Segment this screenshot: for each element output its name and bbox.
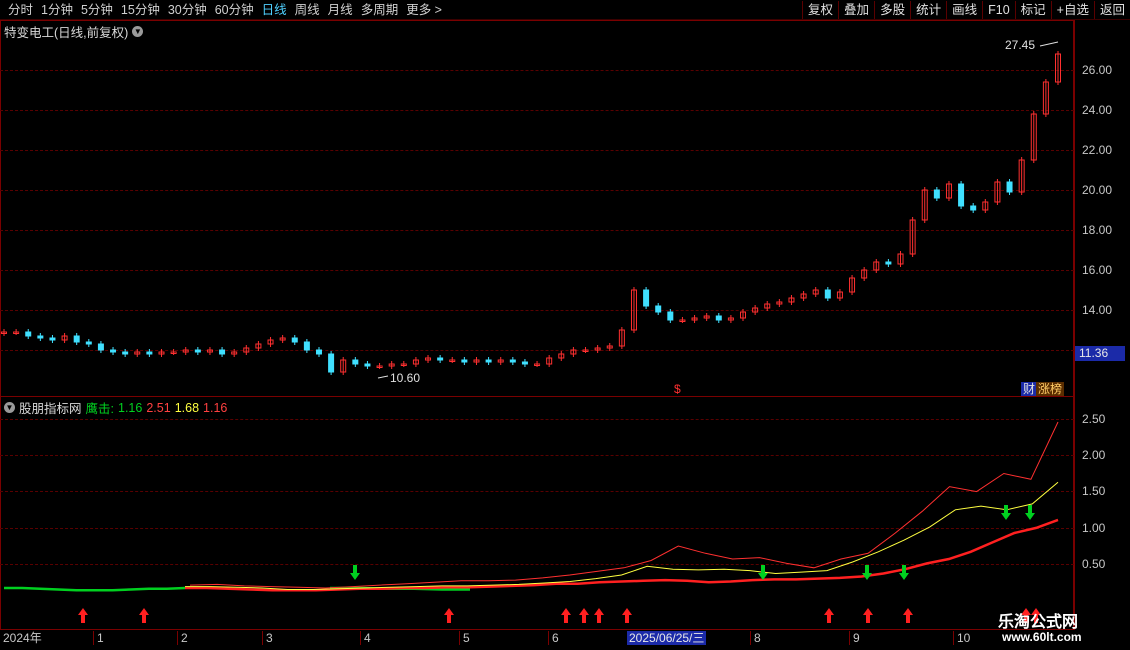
candle-body: [643, 289, 650, 307]
candle-body: [437, 357, 444, 361]
candle-body: [122, 351, 129, 355]
candle-body: [303, 341, 310, 351]
high-pointer: [1039, 41, 1059, 47]
signal-up-arrow: [579, 608, 589, 623]
candle-body: [352, 359, 359, 365]
signal-up-arrow: [139, 608, 149, 623]
legend-value-1: 1.16: [118, 400, 143, 415]
low-pointer: [377, 375, 389, 379]
indicator-name: 股朋指标网: [19, 402, 82, 416]
x-tick: 8: [750, 631, 761, 645]
indicator-title: ▼ 股朋指标网 鹰击: 1.16 2.51 1.68 1.16: [4, 398, 227, 417]
candle-body: [485, 359, 492, 363]
watermark-title: 乐淘公式网: [998, 614, 1079, 631]
candle-body: [49, 337, 56, 341]
indicator-line-green: [4, 586, 186, 592]
finance-badge[interactable]: 财: [1021, 382, 1038, 396]
signal-up-arrow: [824, 608, 834, 623]
signal-up-arrow: [594, 608, 604, 623]
candle-body: [328, 353, 335, 373]
legend-value-3: 1.68: [174, 400, 200, 415]
candle-body: [824, 289, 831, 299]
signal-down-arrow: [862, 565, 872, 580]
legend-value-2: 2.51: [146, 400, 171, 415]
candle-body: [933, 189, 940, 199]
signal-down-arrow: [899, 565, 909, 580]
signal-up-arrow: [622, 608, 632, 623]
candle-body: [1006, 181, 1013, 193]
current-price-tag: 11.36: [1075, 346, 1125, 361]
candle-body: [110, 349, 117, 353]
dollar-marker: $: [674, 382, 681, 396]
candle-body: [970, 205, 977, 211]
candle-body: [521, 361, 528, 365]
x-tick: 6: [548, 631, 559, 645]
candle-body: [461, 359, 468, 363]
candle-body: [37, 335, 44, 339]
signal-up-arrow: [903, 608, 913, 623]
candle-body: [146, 351, 153, 355]
candle-body: [25, 331, 32, 337]
candle-body: [958, 183, 965, 207]
candle-body: [85, 341, 92, 345]
signal-up-arrow: [78, 608, 88, 623]
indicator-line-yellow: [185, 481, 1059, 590]
candle-body: [667, 311, 674, 321]
legend-value-4: 1.16: [203, 400, 228, 415]
x-tick: 1: [93, 631, 104, 645]
low-price-label: 10.60: [390, 371, 421, 385]
gain-rank-badge[interactable]: 涨榜: [1036, 382, 1065, 396]
chevron-down-icon[interactable]: ▼: [4, 402, 15, 413]
signal-down-arrow: [1001, 505, 1011, 520]
signal-up-arrow: [444, 608, 454, 623]
candle-body: [73, 335, 80, 343]
watermark-url: www.60lt.com: [1002, 630, 1082, 644]
candle-body: [715, 315, 722, 321]
candle-body: [655, 305, 662, 313]
x-axis: 2024年 1 2 3 4 5 6 8 9 10: [0, 630, 1074, 650]
x-tick: 9: [849, 631, 860, 645]
x-tick: 2024年: [3, 631, 42, 645]
candle-body: [885, 261, 892, 265]
x-tick: 4: [360, 631, 371, 645]
x-tick: 2: [177, 631, 188, 645]
candle-body: [364, 363, 371, 367]
candle-body: [509, 359, 516, 363]
x-tick: 10: [953, 631, 970, 645]
candle-body: [219, 349, 226, 355]
legend-label: 鹰击:: [85, 402, 114, 416]
high-price-label: 27.45: [1005, 38, 1036, 52]
x-tick: 5: [459, 631, 470, 645]
x-tick: 3: [262, 631, 273, 645]
signal-down-arrow: [1025, 505, 1035, 520]
signal-up-arrow: [561, 608, 571, 623]
candle-body: [291, 337, 298, 343]
signal-down-arrow: [350, 565, 360, 580]
cursor-date-label: 2025/06/25/三: [627, 631, 707, 645]
indicator-line-red: [185, 518, 1059, 592]
chart-canvas: [1, 41, 1061, 623]
candle-body: [97, 343, 104, 351]
candle-body: [194, 349, 201, 353]
signal-up-arrow: [863, 608, 873, 623]
candle-body: [315, 349, 322, 355]
